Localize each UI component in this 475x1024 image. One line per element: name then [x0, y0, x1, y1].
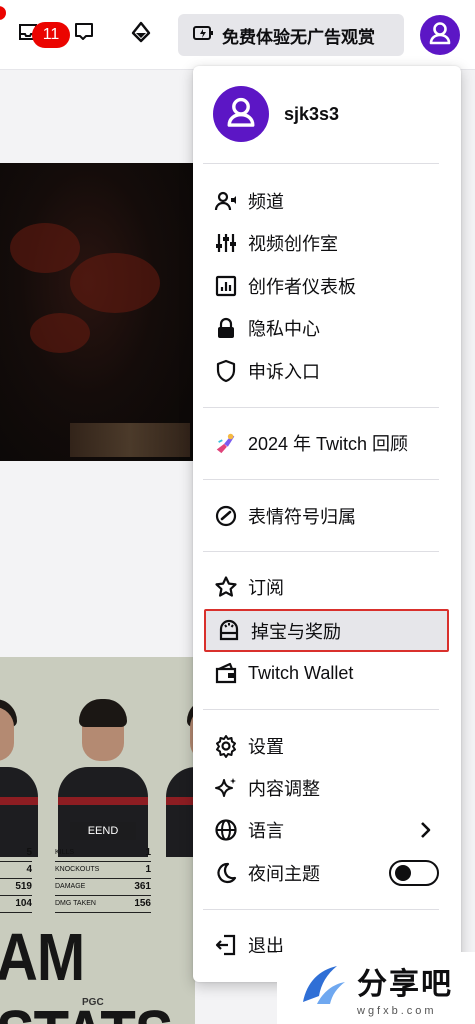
shield-icon — [214, 359, 238, 383]
stat-value: 104 — [15, 898, 32, 909]
menu-item-label: Twitch Wallet — [248, 662, 354, 683]
menu-divider — [203, 909, 439, 910]
user-avatar-icon — [224, 95, 258, 134]
menu-item-label: 掉宝与奖励 — [251, 621, 341, 642]
watermark-logo-icon — [297, 962, 349, 1015]
battery-plus-icon — [192, 24, 214, 47]
site-watermark: 分享吧 wgfxb.com — [277, 952, 475, 1024]
menu-item-settings[interactable]: 设置 — [203, 726, 449, 766]
whispers-icon — [73, 21, 95, 48]
stat-label: DAMAGE — [55, 883, 86, 890]
channel-icon — [214, 189, 238, 213]
lock-icon — [214, 316, 238, 340]
menu-item-emote-attribution[interactable]: 表情符号归属 — [203, 496, 449, 536]
stat-label: DMG TAKEN — [55, 900, 96, 907]
pgc-logo: PGC — [82, 997, 104, 1008]
chevron-right-icon — [415, 819, 435, 846]
menu-divider — [203, 163, 439, 164]
stat-value: 1 — [145, 864, 151, 875]
player-portrait — [160, 687, 195, 857]
sliders-icon — [214, 231, 238, 255]
menu-item-label: 内容调整 — [248, 779, 320, 799]
menu-item-label: 语言 — [248, 821, 284, 841]
menu-divider — [203, 479, 439, 480]
menu-item-subscriptions[interactable]: 订阅 — [203, 567, 449, 607]
video-scene-detail — [70, 253, 160, 313]
menu-item-label: 频道 — [248, 192, 284, 212]
prime-button[interactable] — [123, 16, 159, 52]
menu-divider — [203, 407, 439, 408]
menu-user-header: sjk3s3 — [213, 86, 339, 142]
dark-theme-toggle[interactable] — [389, 860, 439, 886]
watermark-sub-text: wgfxb.com — [357, 1005, 437, 1017]
menu-item-label: 申诉入口 — [248, 362, 320, 382]
menu-item-label: 视频创作室 — [248, 234, 338, 254]
stat-value: 156 — [134, 898, 151, 909]
user-avatar-icon — [427, 20, 453, 51]
user-avatar-button[interactable] — [420, 15, 460, 55]
stat-value: 361 — [134, 881, 151, 892]
emote-icon — [214, 504, 238, 528]
left-stat-table: 5 4 519 104 — [0, 845, 32, 913]
menu-item-label: 2024 年 Twitch 回顾 — [248, 434, 409, 454]
menu-item-label: 订阅 — [248, 578, 284, 598]
recap-mascot-icon — [214, 431, 238, 455]
watermark-main-text: 分享吧 — [357, 968, 453, 1001]
top-nav-bar: 11 免费体验无广告观赏 — [0, 0, 475, 70]
team-stats-thumbnail[interactable]: EEND 5 4 519 104 KILLS 1 KNOCKOUTS 1 DAMAG… — [0, 657, 195, 1024]
menu-item-recap[interactable]: 2024 年 Twitch 回顾 — [203, 423, 449, 463]
stat-value: 1 — [145, 847, 151, 858]
user-menu-dropdown: sjk3s3 频道 视频创作室 创作者仪表板 隐私中心 申诉入口 2024 年 … — [193, 66, 461, 982]
prime-crown-icon — [130, 21, 152, 48]
inbox-button[interactable]: 11 — [10, 16, 70, 52]
menu-item-label: 表情符号归属 — [248, 507, 356, 527]
center-stat-table: KILLS 1 KNOCKOUTS 1 DAMAGE 361 DMG TAKEN 156 — [55, 845, 151, 913]
player-name-plate: EEND — [70, 822, 136, 840]
stats-title: AM STATS — [0, 920, 174, 1024]
moon-icon — [214, 861, 238, 885]
dashboard-chart-icon — [214, 274, 238, 298]
ad-free-trial-button[interactable]: 免费体验无广告观赏 — [178, 14, 404, 56]
sparkle-icon — [214, 776, 238, 800]
menu-item-content-tuning[interactable]: 内容调整 — [203, 768, 449, 808]
wallet-icon — [214, 661, 238, 685]
menu-item-language[interactable]: 语言 — [203, 810, 449, 850]
notification-dot — [0, 6, 6, 20]
menu-item-creator-dashboard[interactable]: 创作者仪表板 — [203, 266, 449, 306]
stat-value: 5 — [26, 847, 32, 858]
menu-item-drops-rewards[interactable]: 掉宝与奖励 — [204, 609, 449, 652]
menu-divider — [203, 551, 439, 552]
game-hud — [70, 423, 190, 457]
notification-count-badge: 11 — [32, 22, 70, 48]
menu-username: sjk3s3 — [284, 103, 340, 124]
ad-free-label: 免费体验无广告观赏 — [222, 27, 375, 47]
menu-item-label: 隐私中心 — [248, 319, 320, 339]
menu-item-dark-theme[interactable]: 夜间主题 — [203, 853, 449, 893]
stat-label: KNOCKOUTS — [55, 866, 100, 873]
video-scene-detail — [30, 313, 90, 353]
stat-label: KILLS — [55, 849, 75, 856]
star-icon — [214, 575, 238, 599]
menu-item-video-studio[interactable]: 视频创作室 — [203, 223, 449, 263]
toggle-knob — [395, 865, 411, 881]
whispers-button[interactable] — [66, 16, 102, 52]
gear-icon — [214, 734, 238, 758]
menu-item-label: 设置 — [248, 737, 284, 757]
stat-value: 4 — [26, 864, 32, 875]
menu-item-label: 夜间主题 — [248, 864, 320, 884]
video-scene-detail — [10, 223, 80, 273]
stat-value: 519 — [15, 881, 32, 892]
menu-item-wallet[interactable]: Twitch Wallet — [203, 653, 449, 693]
menu-item-privacy-center[interactable]: 隐私中心 — [203, 308, 449, 348]
treasure-chest-icon — [217, 619, 241, 643]
video-thumbnail[interactable] — [0, 163, 195, 461]
menu-item-appeals[interactable]: 申诉入口 — [203, 351, 449, 391]
player-portrait — [0, 687, 42, 857]
menu-item-label: 创作者仪表板 — [248, 277, 356, 297]
menu-item-channel[interactable]: 频道 — [203, 181, 449, 221]
menu-avatar — [213, 86, 269, 142]
globe-icon — [214, 818, 238, 842]
menu-divider — [203, 709, 439, 710]
logout-icon — [214, 933, 238, 957]
